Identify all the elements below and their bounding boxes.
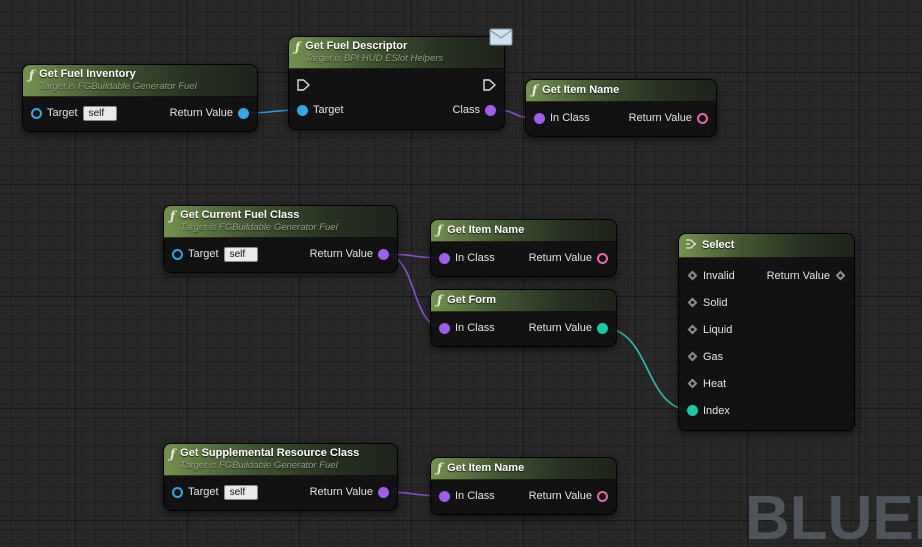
node-get-fuel-descriptor[interactable]: ƒ Get Fuel Descriptor Target is BPI HUD …: [288, 28, 513, 130]
function-icon: ƒ: [29, 68, 35, 82]
target-self-input[interactable]: self: [223, 246, 258, 262]
node-header: ƒ Get Fuel Descriptor Target is BPI HUD …: [289, 37, 504, 69]
node-subtitle: Target is FGBuildable Generator Fuel: [39, 81, 197, 92]
return-value-pin[interactable]: [597, 490, 608, 502]
node-header: ƒ Get Item Name: [431, 458, 616, 480]
node-get-item-name-1[interactable]: ƒ Get Item Name In Class Return Value: [525, 79, 717, 137]
option-heat-pin[interactable]: [687, 378, 698, 389]
node-header: Select: [679, 234, 854, 258]
node-title: Get Item Name: [542, 83, 620, 96]
target-self-input[interactable]: self: [223, 484, 258, 500]
return-value-pin[interactable]: [697, 112, 708, 124]
return-value-pin[interactable]: [378, 486, 389, 498]
node-get-current-fuel-class[interactable]: ƒ Get Current Fuel Class Target is FGBui…: [163, 205, 398, 273]
node-get-item-name-2[interactable]: ƒ Get Item Name In Class Return Value: [430, 219, 617, 277]
node-subtitle: Target is BPI HUD ESlot Helpers: [305, 53, 444, 64]
node-title: Get Item Name: [447, 223, 525, 236]
index-pin[interactable]: [687, 405, 698, 416]
class-pin[interactable]: [485, 104, 496, 116]
node-header: ƒ Get Item Name: [526, 80, 716, 102]
target-pin[interactable]: [172, 486, 183, 498]
function-icon: ƒ: [437, 293, 443, 307]
function-icon: ƒ: [437, 461, 443, 475]
function-icon: ƒ: [170, 209, 176, 223]
target-self-input[interactable]: self: [82, 105, 117, 121]
node-title: Get Fuel Descriptor: [305, 40, 408, 52]
node-title: Get Item Name: [447, 461, 525, 474]
option-solid-pin[interactable]: [687, 297, 698, 308]
node-select[interactable]: Select Invalid Return Value Solid Liquid…: [678, 233, 855, 431]
return-value-pin[interactable]: [835, 270, 846, 281]
node-get-form[interactable]: ƒ Get Form In Class Return Value: [430, 289, 617, 347]
select-icon: [685, 238, 697, 253]
node-get-supplemental-resource-class[interactable]: ƒ Get Supplemental Resource Class Target…: [163, 443, 398, 511]
exec-in-pin[interactable]: [297, 79, 310, 91]
function-icon: ƒ: [437, 223, 443, 237]
option-gas-pin[interactable]: [687, 351, 698, 362]
in-class-pin[interactable]: [534, 112, 545, 124]
node-title: Get Fuel Inventory: [39, 68, 136, 80]
node-subtitle: Target is FGBuildable Generator Fuel: [180, 460, 338, 471]
function-icon: ƒ: [532, 83, 538, 97]
node-header: ƒ Get Current Fuel Class Target is FGBui…: [164, 206, 397, 238]
node-get-fuel-inventory[interactable]: ƒ Get Fuel Inventory Target is FGBuildab…: [22, 64, 258, 132]
target-pin[interactable]: [297, 104, 308, 116]
in-class-pin[interactable]: [439, 252, 450, 264]
node-get-item-name-3[interactable]: ƒ Get Item Name In Class Return Value: [430, 457, 617, 515]
return-value-pin[interactable]: [597, 322, 608, 334]
node-title: Get Current Fuel Class: [180, 209, 300, 221]
node-subtitle: Target is FGBuildable Generator Fuel: [180, 222, 338, 233]
blueprint-watermark: BLUEP: [745, 484, 922, 547]
node-header: ƒ Get Item Name: [431, 220, 616, 242]
exec-out-pin[interactable]: [483, 79, 496, 91]
function-icon: ƒ: [295, 40, 301, 54]
return-value-pin[interactable]: [238, 107, 249, 119]
return-value-pin[interactable]: [378, 248, 389, 260]
return-value-pin[interactable]: [597, 252, 608, 264]
option-liquid-pin[interactable]: [687, 324, 698, 335]
target-pin[interactable]: [172, 248, 183, 260]
node-title: Get Form: [447, 293, 497, 306]
node-header: ƒ Get Form: [431, 290, 616, 312]
blueprint-graph-canvas[interactable]: ƒ Get Fuel Inventory Target is FGBuildab…: [0, 0, 922, 547]
node-title: Get Supplemental Resource Class: [180, 447, 360, 459]
target-pin[interactable]: [31, 107, 42, 119]
node-header: ƒ Get Fuel Inventory Target is FGBuildab…: [23, 65, 257, 97]
function-icon: ƒ: [170, 447, 176, 461]
option-invalid-pin[interactable]: [687, 270, 698, 281]
in-class-pin[interactable]: [439, 322, 450, 334]
message-icon: [489, 28, 513, 51]
node-header: ƒ Get Supplemental Resource Class Target…: [164, 444, 397, 476]
node-title: Select: [702, 238, 735, 251]
in-class-pin[interactable]: [439, 490, 450, 502]
